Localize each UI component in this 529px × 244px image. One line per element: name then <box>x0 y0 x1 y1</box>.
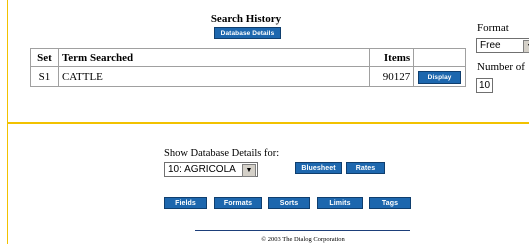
show-database-details-label: Show Database Details for: <box>164 148 280 159</box>
format-value: Free <box>480 40 501 51</box>
section-divider <box>7 122 529 124</box>
column-header-items: Items <box>368 48 415 67</box>
search-history-table: Set Term Searched Items S1 CATTLE 90127 … <box>30 48 466 87</box>
term-cell: CATTLE <box>57 66 370 87</box>
database-select-value: 10: AGRICOLA <box>168 164 236 175</box>
chevron-down-icon[interactable]: ▼ <box>523 40 529 53</box>
search-history-title: Search History <box>210 13 282 25</box>
set-cell: S1 <box>30 66 59 87</box>
database-details-button[interactable]: Database Details <box>214 27 281 39</box>
formats-button[interactable]: Formats <box>214 197 262 209</box>
chevron-down-icon[interactable]: ▼ <box>242 164 256 177</box>
format-label: Format <box>477 22 509 34</box>
database-select[interactable]: 10: AGRICOLA ▼ <box>164 162 258 177</box>
footer-divider <box>195 230 410 231</box>
sorts-button[interactable]: Sorts <box>268 197 310 209</box>
display-button[interactable]: Display <box>418 70 462 84</box>
rates-button[interactable]: Rates <box>346 162 385 174</box>
copyright-text: © 2003 The Dialog Corporation <box>261 236 345 243</box>
bluesheet-button[interactable]: Bluesheet <box>295 162 342 174</box>
column-header-term: Term Searched <box>57 48 370 67</box>
column-header-set: Set <box>30 48 59 67</box>
limits-button[interactable]: Limits <box>317 197 363 209</box>
table-header-row: Set Term Searched Items <box>30 48 466 67</box>
column-header-action <box>413 48 466 67</box>
tags-button[interactable]: Tags <box>369 197 411 209</box>
action-cell: Display <box>413 66 466 87</box>
format-select[interactable]: Free ▼ <box>476 38 529 53</box>
table-row: S1 CATTLE 90127 Display <box>30 66 466 87</box>
items-cell: 90127 <box>368 66 415 87</box>
number-of-label: Number of <box>477 61 525 73</box>
fields-button[interactable]: Fields <box>164 197 207 209</box>
number-input[interactable]: 10 <box>476 78 493 93</box>
